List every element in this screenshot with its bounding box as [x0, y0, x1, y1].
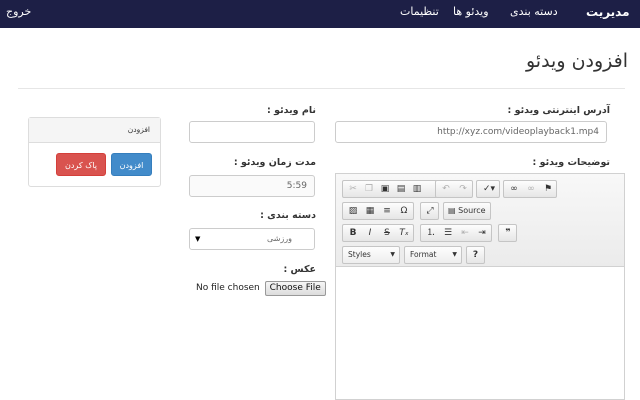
- undo-group: ↶ ↷: [435, 180, 473, 198]
- copy-icon[interactable]: ❐: [361, 181, 377, 197]
- add-button[interactable]: افزودن: [111, 153, 152, 176]
- redo-icon[interactable]: ↷: [455, 181, 471, 197]
- chevron-down-icon: ▼: [452, 251, 457, 258]
- source-button[interactable]: ▤ Source: [443, 202, 491, 220]
- styles-dropdown[interactable]: Styles ▼: [342, 246, 400, 264]
- format-dropdown[interactable]: Format ▼: [404, 246, 462, 264]
- actions-panel: افزودن افزودن پاک کردن: [28, 117, 161, 187]
- panel-heading: افزودن: [29, 118, 160, 143]
- description-editor[interactable]: ✂ ❐ ▣ ▤ ▥ ↶ ↷ ✓▾ ∞ ∞ ⚑ ▨ ▦ ≡ Ω ⤢ ▤ Sourc…: [335, 173, 625, 400]
- format-label: Format: [410, 250, 437, 259]
- source-icon: ▤: [448, 206, 456, 215]
- blockquote-icon[interactable]: ❞: [500, 225, 516, 241]
- spellcheck-icon[interactable]: ✓▾: [478, 181, 500, 197]
- video-duration-input[interactable]: 5:59: [189, 175, 315, 197]
- italic-icon[interactable]: I: [362, 225, 378, 241]
- video-name-label: نام ویدئو :: [267, 105, 316, 116]
- basic-style-group: B I S Tₓ: [342, 224, 414, 242]
- unlink-icon[interactable]: ∞: [523, 181, 539, 197]
- source-label: Source: [458, 206, 486, 215]
- logout-link[interactable]: خروج: [6, 0, 31, 28]
- spellcheck-group: ✓▾: [476, 180, 500, 198]
- nav-settings[interactable]: تنظیمات: [400, 0, 439, 28]
- paste-icon[interactable]: ▣: [377, 181, 393, 197]
- category-label: دسته بندی :: [260, 210, 316, 221]
- category-selected-value: ورزشی: [267, 234, 292, 243]
- top-navbar: خروج تنظیمات ویدئو ها دسته بندی مدیریت: [0, 0, 640, 28]
- category-select[interactable]: ورزشی ▼: [189, 228, 315, 250]
- paste-word-icon[interactable]: ▥: [409, 181, 425, 197]
- editor-toolbar: ✂ ❐ ▣ ▤ ▥ ↶ ↷ ✓▾ ∞ ∞ ⚑ ▨ ▦ ≡ Ω ⤢ ▤ Sourc…: [336, 174, 624, 267]
- image-icon[interactable]: ▨: [345, 203, 361, 219]
- clipboard-group: ✂ ❐ ▣ ▤ ▥: [342, 180, 438, 198]
- image-file-input[interactable]: No file chosen Choose File: [196, 281, 326, 297]
- page-title: افزودن ویدئو: [525, 50, 628, 72]
- indent-icon[interactable]: ⇥: [474, 225, 490, 241]
- anchor-flag-icon[interactable]: ⚑: [540, 181, 556, 197]
- video-name-input[interactable]: [189, 121, 315, 143]
- link-group: ∞ ∞ ⚑: [503, 180, 557, 198]
- bulleted-list-icon[interactable]: ☰: [440, 225, 456, 241]
- remove-format-icon[interactable]: Tₓ: [396, 225, 412, 241]
- chevron-down-icon: ▼: [390, 251, 395, 258]
- nav-categories[interactable]: دسته بندی: [510, 0, 558, 28]
- help-button[interactable]: ?: [466, 246, 485, 264]
- outdent-icon[interactable]: ⇤: [457, 225, 473, 241]
- choose-file-button[interactable]: Choose File: [264, 281, 326, 296]
- undo-icon[interactable]: ↶: [438, 181, 454, 197]
- nav-brand[interactable]: مدیریت: [586, 0, 630, 28]
- cut-icon[interactable]: ✂: [345, 181, 361, 197]
- clear-button[interactable]: پاک کردن: [56, 153, 106, 176]
- maximize-icon[interactable]: ⤢: [422, 203, 438, 219]
- video-description-label: توضیحات ویدئو :: [532, 157, 610, 168]
- editor-content-area[interactable]: [336, 267, 624, 399]
- table-icon[interactable]: ▦: [362, 203, 378, 219]
- divider: [18, 88, 625, 89]
- image-label: عکس :: [283, 264, 316, 275]
- video-url-label: آدرس اینترنتی ویدئو :: [507, 105, 610, 116]
- file-status-text: No file chosen: [196, 283, 260, 293]
- strike-icon[interactable]: S: [379, 225, 395, 241]
- maximize-group: ⤢: [420, 202, 439, 220]
- video-url-input[interactable]: http://xyz.com/videoplayback1.mp4: [335, 121, 607, 143]
- styles-label: Styles: [348, 250, 371, 259]
- paste-text-icon[interactable]: ▤: [393, 181, 409, 197]
- bold-icon[interactable]: B: [345, 225, 361, 241]
- numbered-list-icon[interactable]: ⒈: [423, 225, 439, 241]
- link-icon[interactable]: ∞: [506, 181, 522, 197]
- insert-group: ▨ ▦ ≡ Ω: [342, 202, 414, 220]
- nav-videos[interactable]: ویدئو ها: [453, 0, 489, 28]
- dropdown-arrow-icon: ▼: [195, 235, 201, 243]
- blockquote-group: ❞: [498, 224, 517, 242]
- horizontal-line-icon[interactable]: ≡: [379, 203, 395, 219]
- list-group: ⒈ ☰ ⇤ ⇥: [420, 224, 492, 242]
- video-duration-label: مدت زمان ویدئو :: [233, 157, 316, 168]
- special-char-icon[interactable]: Ω: [396, 203, 412, 219]
